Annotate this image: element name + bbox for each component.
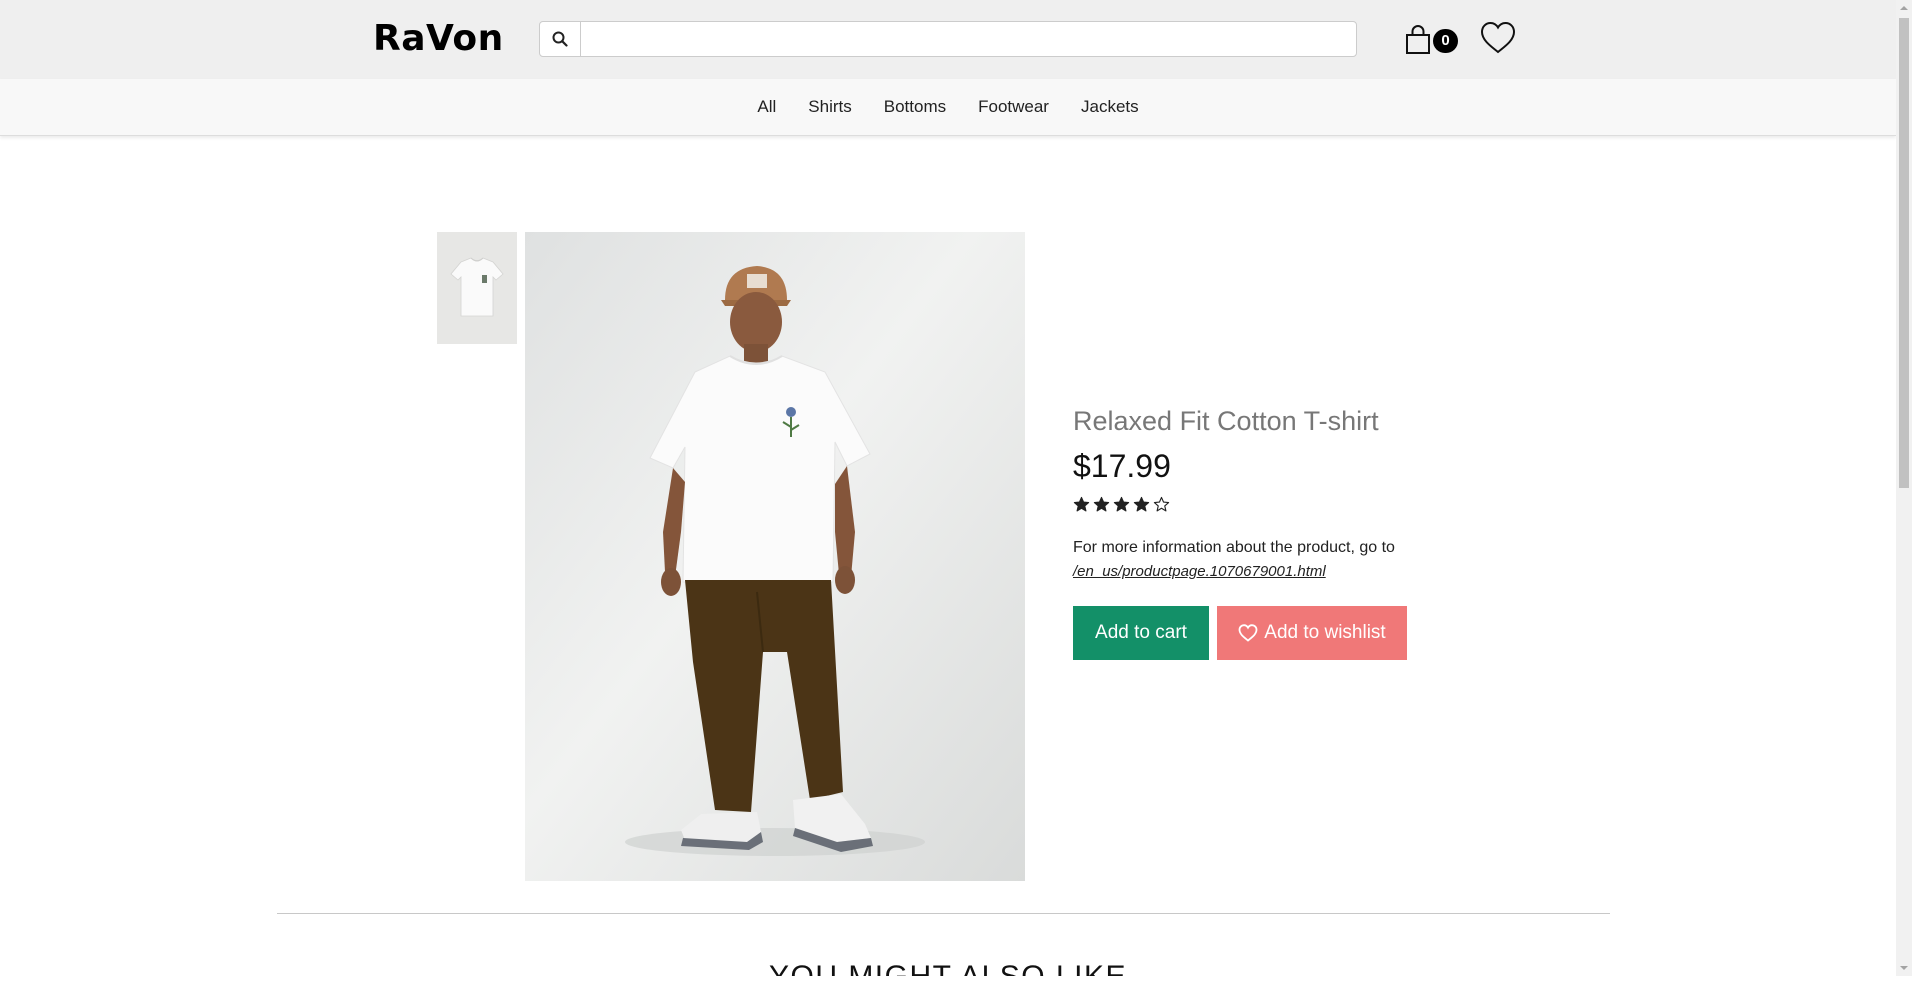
scrollbar-thumb[interactable] [1899, 18, 1909, 488]
site-logo[interactable]: RaVon [373, 18, 504, 59]
page: RaVon 0 All Shirts Bottoms Footwear Jack… [0, 0, 1896, 976]
add-to-cart-button[interactable]: Add to cart [1073, 606, 1209, 660]
product-price: $17.99 [1073, 448, 1171, 484]
category-shirts[interactable]: Shirts [808, 97, 851, 117]
product-main-image[interactable] [525, 232, 1025, 881]
section-divider [277, 913, 1610, 914]
you-might-also-like-heading: YOU MIGHT ALSO LIKE [0, 960, 1896, 976]
search-input[interactable] [581, 22, 1353, 56]
product-info-text: For more information about the product, … [1073, 536, 1453, 584]
star-filled-icon [1073, 496, 1090, 512]
heart-outline-icon [1238, 624, 1258, 642]
model-photo [525, 232, 1025, 881]
category-jackets[interactable]: Jackets [1081, 97, 1139, 117]
search-bar [539, 21, 1357, 57]
add-to-wishlist-button[interactable]: Add to wishlist [1217, 606, 1407, 660]
category-bottoms[interactable]: Bottoms [884, 97, 946, 117]
tshirt-thumbnail-image [437, 232, 517, 344]
cart-count-badge: 0 [1433, 29, 1458, 53]
star-filled-icon [1093, 496, 1110, 512]
star-empty-icon [1153, 496, 1170, 512]
star-filled-icon [1113, 496, 1130, 512]
info-text: For more information about the product, … [1073, 539, 1395, 556]
cart-button[interactable]: 0 [1404, 22, 1458, 58]
heart-icon [1480, 21, 1516, 54]
category-nav: All Shirts Bottoms Footwear Jackets [0, 79, 1896, 136]
top-header: RaVon 0 [0, 0, 1896, 79]
scroll-up-arrow-icon[interactable] [1896, 0, 1912, 16]
product-rating [1073, 496, 1170, 513]
category-footwear[interactable]: Footwear [978, 97, 1049, 117]
page-scrollbar[interactable] [1896, 0, 1912, 976]
add-to-wishlist-label: Add to wishlist [1264, 622, 1386, 643]
product-thumbnail[interactable] [437, 232, 517, 344]
product-title: Relaxed Fit Cotton T-shirt [1073, 406, 1379, 436]
wishlist-button[interactable] [1480, 21, 1516, 57]
category-all[interactable]: All [757, 97, 776, 117]
star-filled-icon [1133, 496, 1150, 512]
product-page-link[interactable]: /en_us/productpage.1070679001.html [1073, 563, 1326, 580]
add-to-cart-label: Add to cart [1095, 622, 1187, 643]
scroll-down-arrow-icon[interactable] [1896, 960, 1912, 976]
search-icon [552, 31, 568, 47]
shopping-bag-icon [1406, 25, 1430, 54]
search-button[interactable] [540, 22, 581, 56]
